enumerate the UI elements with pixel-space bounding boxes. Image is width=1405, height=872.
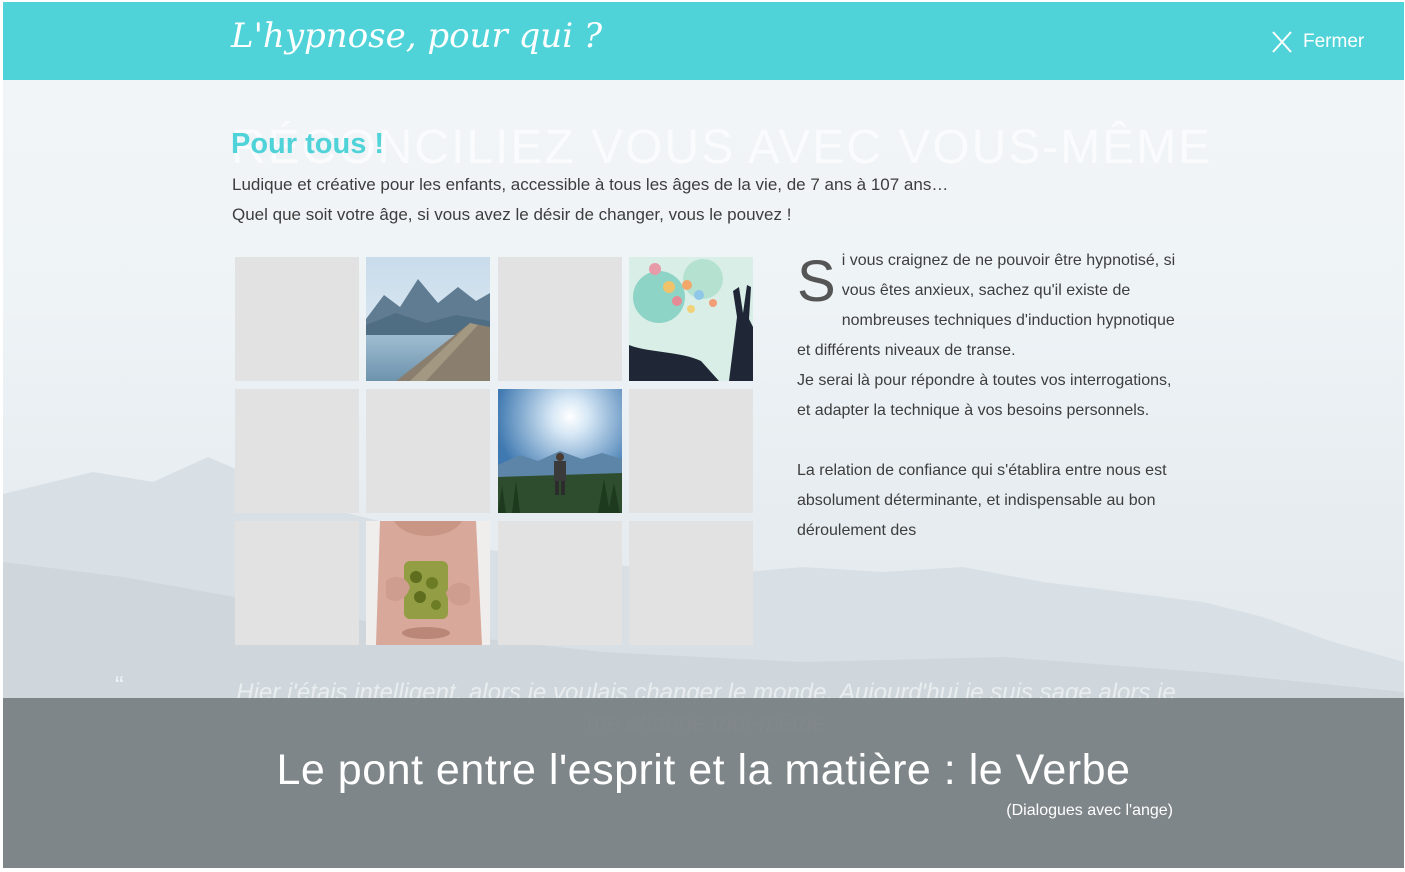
paragraph: i vous craignez de ne pouvoir être hypno…: [797, 252, 1176, 359]
body-text: S i vous craignez de ne pouvoir être hyp…: [797, 246, 1177, 546]
intro-line: Quel que soit votre âge, si vous avez le…: [232, 205, 792, 224]
hiker-sun-mountains-photo: [498, 389, 622, 513]
intro-line: Ludique et créative pour les enfants, ac…: [232, 175, 949, 194]
gallery-tile-blank: [366, 389, 490, 513]
gallery-tile-blank: [235, 521, 359, 645]
banner-quote: Le pont entre l'esprit et la matière : l…: [276, 746, 1131, 794]
gallery-tile-lake-pier[interactable]: [366, 257, 490, 381]
quote-mark: “: [115, 670, 124, 700]
gallery-tile-blank: [498, 257, 622, 381]
lake-pier-photo: [366, 257, 490, 381]
banner-quote-source: (Dialogues avec l'ange): [1006, 802, 1173, 819]
paragraph: La relation de confiance qui s'établira …: [797, 462, 1167, 539]
balloons-hands-photo: [629, 257, 753, 381]
gallery-tile-hiker[interactable]: [498, 389, 622, 513]
gallery-tile-blank: [629, 521, 753, 645]
modal-header: L'hypnose, pour qui ? Fermer: [3, 2, 1404, 80]
page-title: L'hypnose, pour qui ?: [231, 16, 603, 56]
man-holding-jar-photo: [366, 521, 490, 645]
intro-text: Ludique et créative pour les enfants, ac…: [232, 170, 948, 230]
gallery-tile-jar[interactable]: [366, 521, 490, 645]
gallery-tile-balloons[interactable]: [629, 257, 753, 381]
drop-cap: S: [797, 249, 836, 314]
gallery-tile-blank: [629, 389, 753, 513]
close-icon: [1272, 31, 1292, 53]
gallery-tile-blank: [235, 389, 359, 513]
paragraph: Je serai là pour répondre à toutes vos i…: [797, 372, 1172, 419]
gallery-tile-blank: [235, 257, 359, 381]
section-title: Pour tous !: [231, 128, 385, 160]
gallery-tile-blank: [498, 521, 622, 645]
close-label: Fermer: [1303, 31, 1365, 52]
close-button[interactable]: Fermer: [1271, 26, 1364, 58]
hypnosis-modal: RÉCONCILIEZ VOUS AVEC VOUS-MÊME “ Hier j…: [3, 2, 1404, 868]
